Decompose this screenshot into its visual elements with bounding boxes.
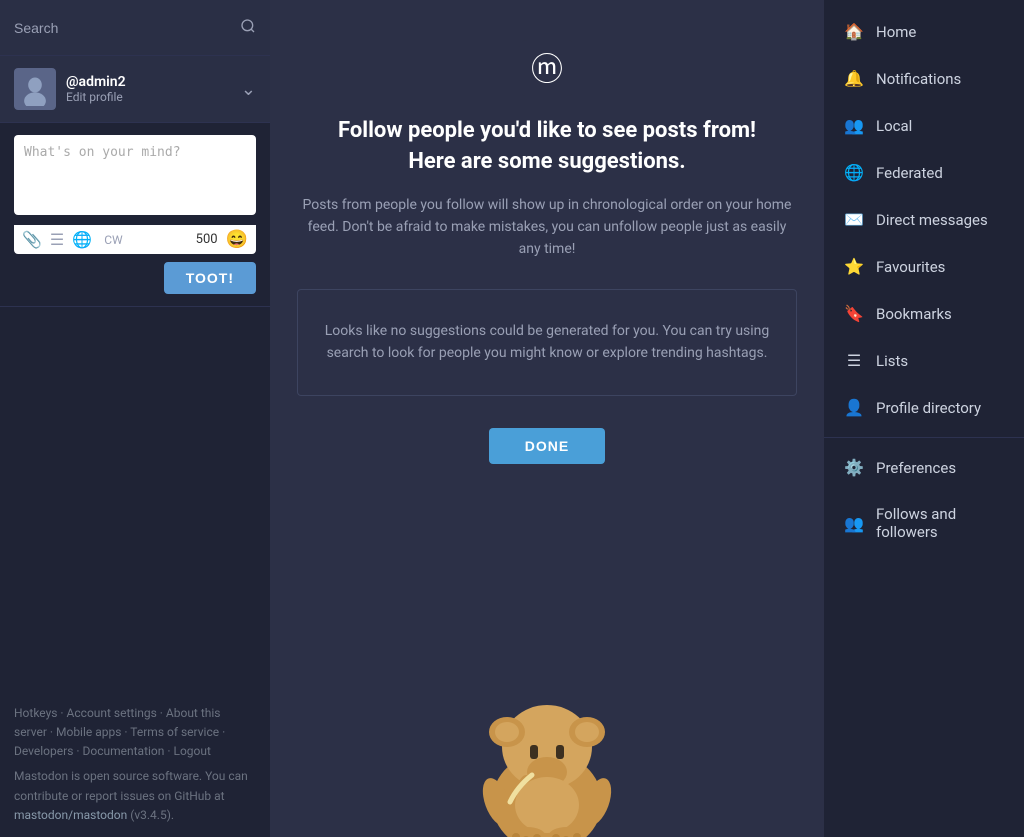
svg-text:ⓜ: ⓜ (531, 50, 563, 88)
footer-developers[interactable]: Developers (14, 744, 73, 758)
search-bar (0, 0, 270, 56)
onboarding-title: Follow people you'd like to see posts fr… (338, 116, 756, 178)
nav-item-federated[interactable]: 🌐 Federated (824, 149, 1024, 196)
suggestions-box: Looks like no suggestions could be gener… (297, 289, 797, 396)
nav-item-notifications[interactable]: 🔔 Notifications (824, 55, 1024, 102)
nav-label-lists: Lists (876, 352, 908, 370)
toot-button-wrap: TOOT! (14, 262, 256, 294)
footer-account-settings[interactable]: Account settings (67, 706, 157, 720)
nav-label-profile-directory: Profile directory (876, 399, 981, 417)
format-icon[interactable]: ☰ (50, 230, 64, 249)
char-count: 500 (196, 232, 218, 247)
onboarding-description: Posts from people you follow will show u… (297, 194, 797, 261)
globe-icon[interactable]: 🌐 (72, 230, 92, 249)
nav-label-federated: Federated (876, 164, 943, 182)
nav-label-preferences: Preferences (876, 459, 956, 477)
bookmarks-icon: 🔖 (844, 304, 864, 323)
home-icon: 🏠 (844, 22, 864, 41)
nav-item-preferences[interactable]: ⚙️ Preferences (824, 444, 1024, 491)
federated-icon: 🌐 (844, 163, 864, 182)
nav-label-favourites: Favourites (876, 258, 945, 276)
profile-edit-label[interactable]: Edit profile (66, 90, 241, 104)
footer-logout[interactable]: Logout (173, 744, 210, 758)
right-sidebar: 🏠 Home 🔔 Notifications 👥 Local 🌐 Federat… (824, 0, 1024, 837)
nav-item-home[interactable]: 🏠 Home (824, 8, 1024, 55)
nav-label-notifications: Notifications (876, 70, 961, 88)
footer-links: Hotkeys · Account settings · About this … (14, 704, 256, 762)
footer-oss: Mastodon is open source software. You ca… (14, 767, 256, 825)
nav-item-lists[interactable]: ☰ Lists (824, 337, 1024, 384)
emoji-icon[interactable]: 😄 (226, 229, 248, 250)
nav-item-local[interactable]: 👥 Local (824, 102, 1024, 149)
footer-version: (v3.4.5). (130, 808, 174, 822)
nav-label-local: Local (876, 117, 912, 135)
search-input[interactable] (14, 20, 240, 36)
compose-toolbar: 📎 ☰ 🌐 CW 500 😄 (14, 225, 256, 254)
nav-divider (824, 437, 1024, 438)
profile-section: @admin2 Edit profile ⌄ (0, 56, 270, 123)
nav-label-direct-messages: Direct messages (876, 211, 988, 229)
main-content: ⓜ Follow people you'd like to see posts … (270, 0, 824, 837)
nav-item-favourites[interactable]: ⭐ Favourites (824, 243, 1024, 290)
done-button[interactable]: DONE (489, 428, 605, 464)
footer-github-link[interactable]: mastodon/mastodon (14, 808, 127, 822)
lists-icon: ☰ (844, 351, 864, 370)
notifications-icon: 🔔 (844, 69, 864, 88)
onboarding-panel: ⓜ Follow people you'd like to see posts … (277, 0, 817, 484)
profile-directory-icon: 👤 (844, 398, 864, 417)
mascot-illustration (422, 657, 672, 837)
mascot-area (397, 637, 697, 837)
left-sidebar: @admin2 Edit profile ⌄ 📎 ☰ 🌐 CW 500 😄 TO… (0, 0, 270, 837)
favourites-icon: ⭐ (844, 257, 864, 276)
compose-textarea[interactable] (14, 135, 256, 215)
toot-button[interactable]: TOOT! (164, 262, 256, 294)
footer-hotkeys[interactable]: Hotkeys (14, 706, 57, 720)
left-footer: Hotkeys · Account settings · About this … (0, 692, 270, 837)
nav-label-follows-followers: Follows and followers (876, 505, 1004, 541)
nav-item-profile-directory[interactable]: 👤 Profile directory (824, 384, 1024, 431)
direct-messages-icon: ✉️ (844, 210, 864, 229)
search-icon (240, 18, 256, 38)
compose-area: 📎 ☰ 🌐 CW 500 😄 TOOT! (0, 123, 270, 307)
preferences-icon: ⚙️ (844, 458, 864, 477)
nav-item-direct-messages[interactable]: ✉️ Direct messages (824, 196, 1024, 243)
nav-item-follows-followers[interactable]: 👥 Follows and followers (824, 491, 1024, 555)
footer-terms[interactable]: Terms of service (130, 725, 219, 739)
mastodon-logo: ⓜ (519, 40, 575, 96)
attach-icon[interactable]: 📎 (22, 230, 42, 249)
footer-oss-text: Mastodon is open source software. You ca… (14, 769, 248, 802)
no-suggestions-text: Looks like no suggestions could be gener… (325, 323, 770, 361)
profile-dropdown-arrow[interactable]: ⌄ (241, 79, 256, 100)
nav-label-bookmarks: Bookmarks (876, 305, 952, 323)
nav-label-home: Home (876, 23, 916, 41)
footer-documentation[interactable]: Documentation (82, 744, 164, 758)
follows-followers-icon: 👥 (844, 514, 864, 533)
nav-item-bookmarks[interactable]: 🔖 Bookmarks (824, 290, 1024, 337)
profile-info: @admin2 Edit profile (66, 74, 241, 104)
avatar (14, 68, 56, 110)
local-icon: 👥 (844, 116, 864, 135)
cw-label[interactable]: CW (104, 233, 122, 247)
footer-mobile[interactable]: Mobile apps (56, 725, 121, 739)
profile-handle: @admin2 (66, 74, 241, 90)
